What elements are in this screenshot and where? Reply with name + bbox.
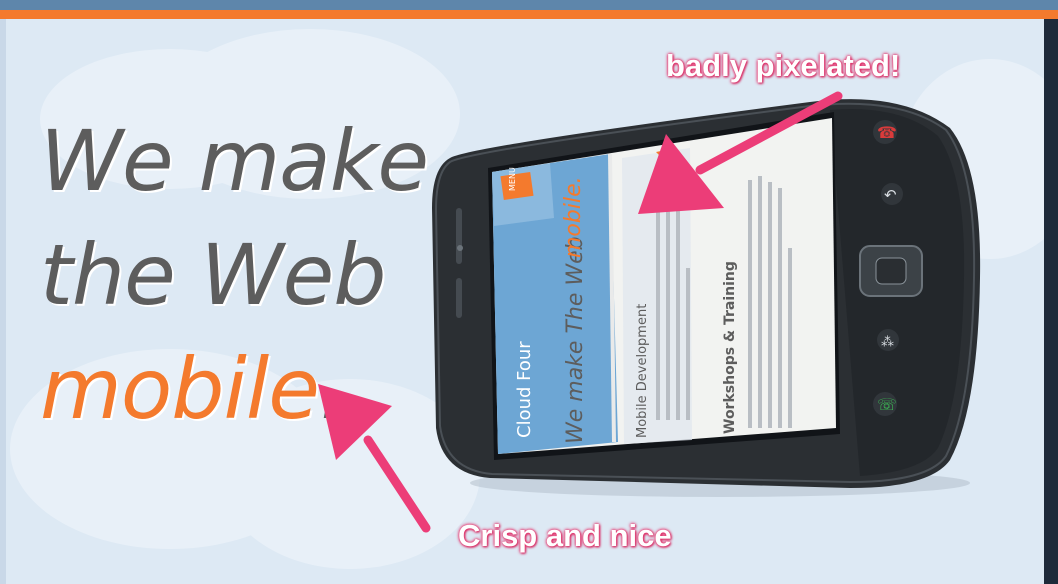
callout-crisp-and-nice: Crisp and nice xyxy=(458,518,672,553)
arrow-to-headline-icon xyxy=(318,384,431,533)
callout-badly-pixelated: badly pixelated! xyxy=(666,48,901,83)
annotation-arrows xyxy=(318,91,843,533)
arrow-to-phone-icon xyxy=(638,91,843,214)
